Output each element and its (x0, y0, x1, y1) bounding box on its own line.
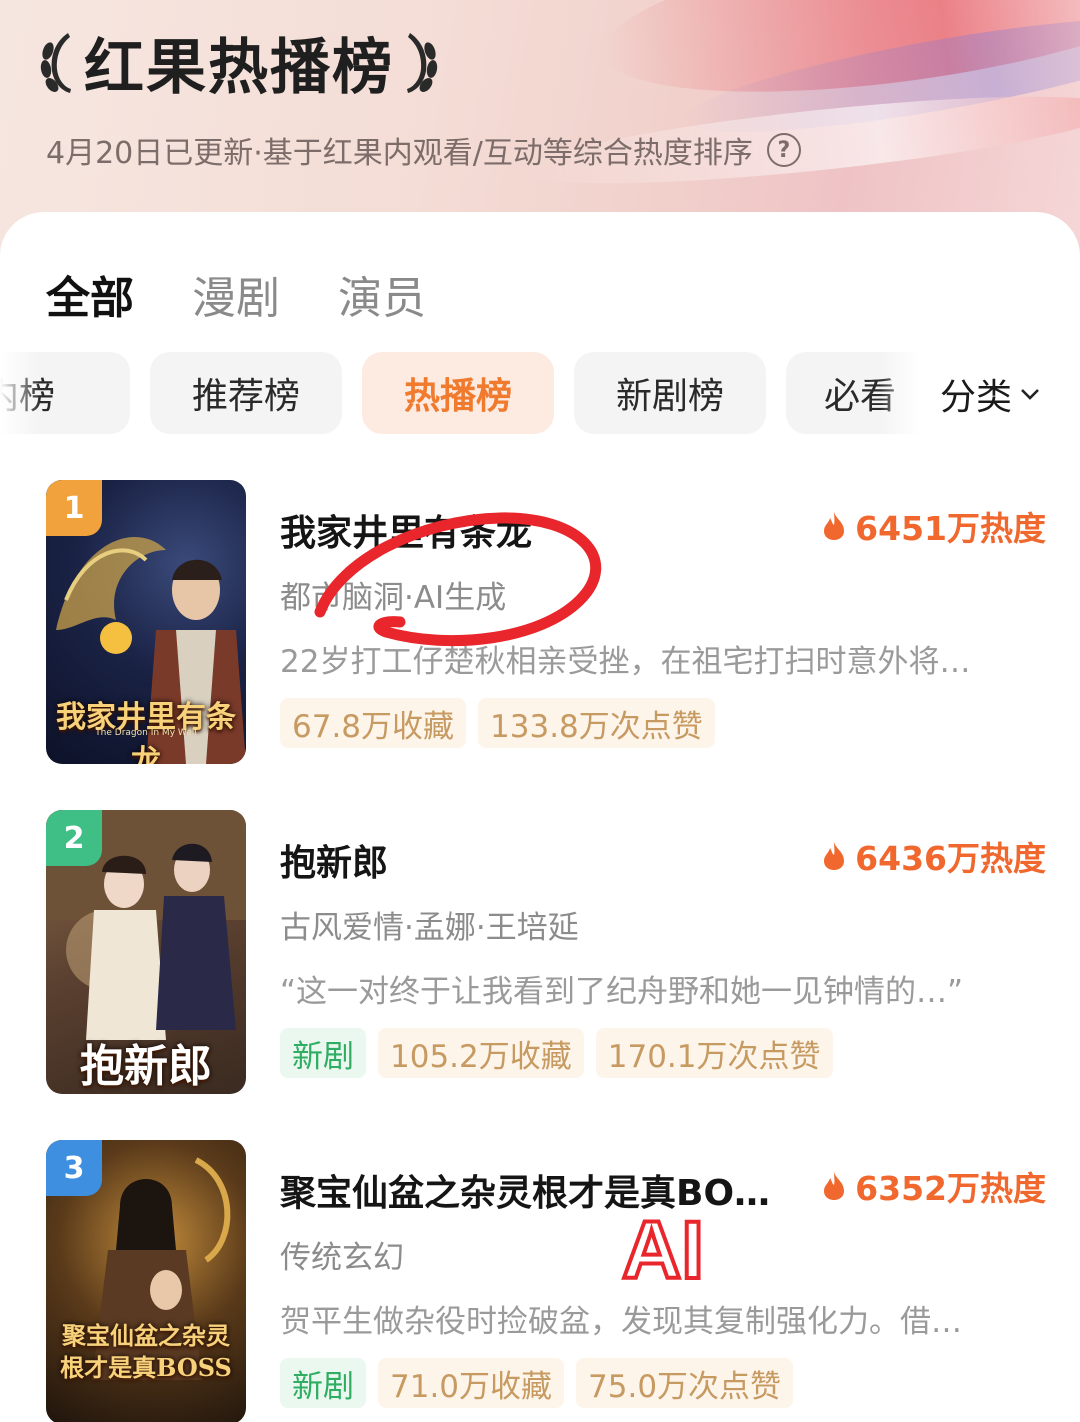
drama-description: 22岁打工仔楚秋相亲受挫，在祖宅打扫时意外将… (280, 644, 971, 680)
likes-badge: 133.8万次点赞 (478, 698, 715, 748)
new-drama-badge: 新剧 (280, 1028, 366, 1078)
rank-badge: 1 (46, 480, 102, 536)
laurel-left-icon (40, 33, 71, 93)
poster-title: 抱新郎 (80, 1041, 212, 1092)
drama-tags: 都市脑洞·AI生成 (280, 580, 507, 616)
stat-badges: 新剧 71.0万收藏 75.0万次点赞 (280, 1358, 805, 1408)
drama-description: 贺平生做杂役时捡破盆，发现其复制强化力。借… (280, 1304, 962, 1340)
pill-tab-new[interactable]: 新剧榜 (574, 352, 766, 434)
favorites-badge: 105.2万收藏 (378, 1028, 584, 1078)
laurel-right-icon (407, 33, 438, 93)
tab-actors[interactable]: 演员 (338, 262, 426, 326)
heat-score: 6352万热度 (821, 1162, 1046, 1210)
flame-icon (824, 1172, 845, 1200)
heat-score: 6451万热度 (821, 502, 1046, 550)
poster-subtitle: The Dragon In My Well (95, 728, 197, 738)
rank-badge: 3 (46, 1140, 102, 1196)
flame-icon (824, 512, 845, 540)
tab-all[interactable]: 全部 (46, 262, 134, 326)
drama-title[interactable]: 抱新郎 (280, 834, 388, 886)
ranking-title-row: 红果热播榜 (38, 26, 440, 103)
pill-fade-right (880, 352, 920, 436)
ranking-item[interactable]: 1 我家井里有条龙 The Dragon In My Well 我家井里有条龙 … (46, 480, 1046, 766)
flame-icon (824, 842, 845, 870)
drama-poster[interactable]: 1 我家井里有条龙 The Dragon In My Well (46, 480, 246, 764)
stat-badges: 新剧 105.2万收藏 170.1万次点赞 (280, 1028, 845, 1078)
likes-badge: 170.1万次点赞 (595, 1028, 833, 1078)
heat-value: 6436万热度 (855, 839, 1046, 878)
update-subtitle: 4月20日已更新·基于红果内观看/互动等综合热度排序 ? (46, 128, 801, 172)
heat-score: 6436万热度 (821, 832, 1046, 880)
drama-tags: 传统玄幻 (280, 1240, 404, 1276)
category-filter-button[interactable]: 分类 (920, 352, 1080, 436)
subtitle-text: 4月20日已更新·基于红果内观看/互动等综合热度排序 (46, 136, 753, 171)
rank-badge: 2 (46, 810, 102, 866)
pill-tab-recommend[interactable]: 推荐榜 (150, 352, 342, 434)
drama-description: “这一对终于让我看到了纪舟野和她一见钟情的…” (280, 974, 964, 1010)
chevron-down-icon (1021, 389, 1039, 400)
main-tab-bar: 全部 漫剧 演员 (46, 262, 484, 326)
ranking-item[interactable]: 3 聚宝仙盆之杂灵根才是真BOSS 聚宝仙盆之杂灵根才是真BO… 6352万热度… (46, 1140, 1046, 1422)
question-circle-icon[interactable]: ? (766, 133, 801, 167)
drama-title[interactable]: 聚宝仙盆之杂灵根才是真BO… (280, 1164, 770, 1216)
ranking-item[interactable]: 2 抱新郎 抱新郎 6436万热度 古风爱情·孟娜·王培延 “这一对终于让我看到… (46, 810, 1046, 1096)
pill-fade-left (0, 352, 40, 436)
drama-tags: 古风爱情·孟娜·王培延 (280, 910, 579, 946)
page-title: 红果热播榜 (84, 32, 394, 103)
stat-badges: 67.8万收藏 133.8万次点赞 (280, 698, 727, 748)
poster-title: 聚宝仙盆之杂灵根才是真BOSS (60, 1321, 232, 1382)
drama-poster[interactable]: 2 抱新郎 (46, 810, 246, 1094)
drama-title[interactable]: 我家井里有条龙 (280, 504, 532, 556)
favorites-badge: 71.0万收藏 (378, 1358, 565, 1408)
pill-tab-hot[interactable]: 热播榜 (362, 352, 554, 434)
tab-comic-drama[interactable]: 漫剧 (192, 262, 280, 326)
drama-poster[interactable]: 3 聚宝仙盆之杂灵根才是真BOSS (46, 1140, 246, 1422)
category-label: 分类 (940, 377, 1013, 418)
ranking-pill-bar: 内榜 推荐榜 热播榜 新剧榜 必看 分类 (0, 352, 1080, 436)
likes-badge: 75.0万次点赞 (576, 1358, 794, 1408)
heat-value: 6352万热度 (855, 1169, 1046, 1208)
heat-value: 6451万热度 (855, 509, 1046, 548)
favorites-badge: 67.8万收藏 (280, 698, 467, 748)
new-drama-badge: 新剧 (280, 1358, 366, 1408)
